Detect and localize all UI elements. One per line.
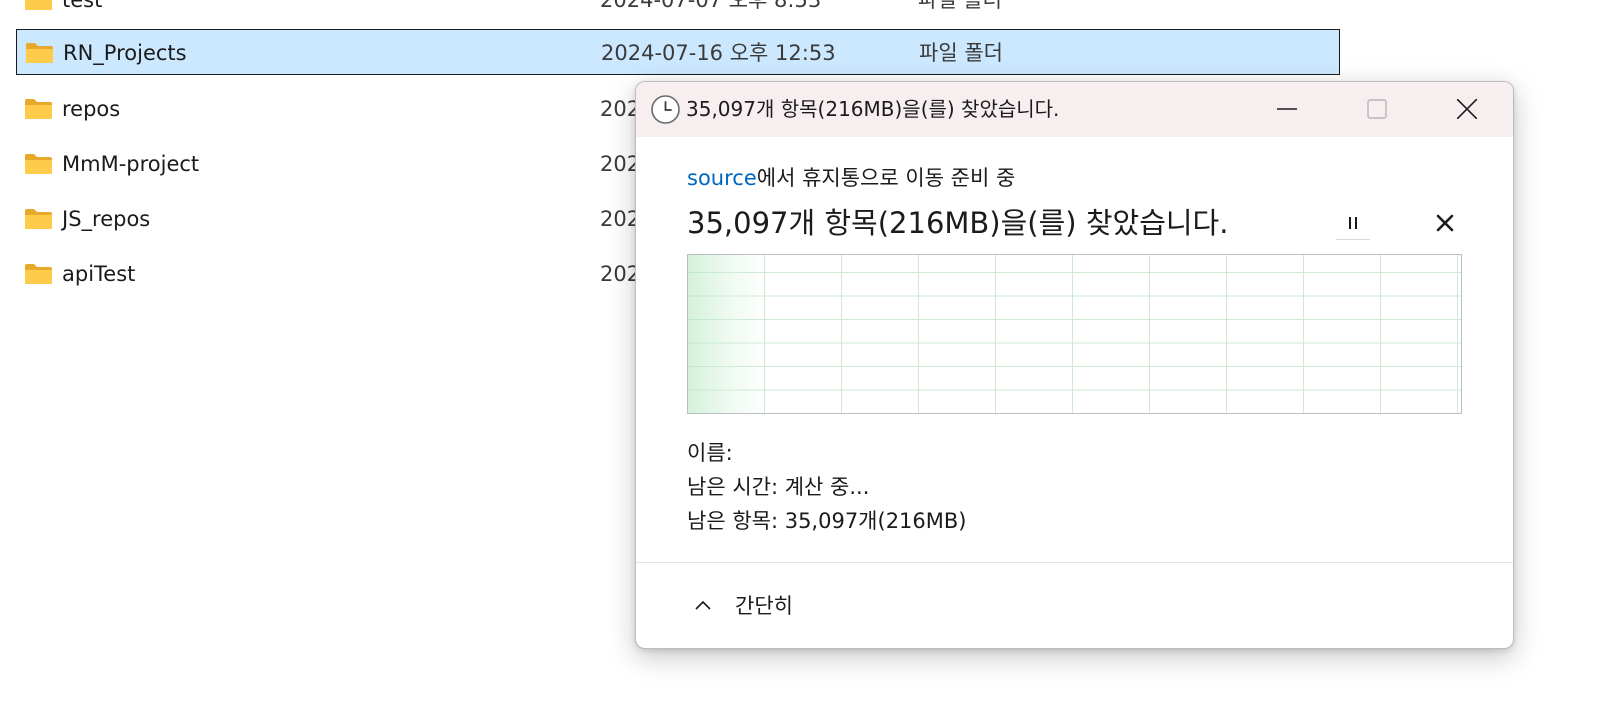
file-date: 2024-07-07 오후 8:53 — [600, 0, 822, 12]
dialog-titlebar[interactable]: 35,097개 항목(216MB)을(를) 찾았습니다. — [636, 82, 1513, 137]
status-text: 에서 휴지통으로 이동 준비 중 — [756, 166, 1016, 190]
clock-icon — [651, 95, 680, 124]
folder-icon — [25, 154, 52, 174]
fewer-details-label: 간단히 — [735, 594, 793, 618]
operation-status: source에서 휴지통으로 이동 준비 중 — [687, 162, 1015, 192]
file-name: MmM-project — [62, 152, 200, 176]
file-type: 파일 폴더 — [918, 0, 1002, 12]
minimize-button[interactable] — [1242, 82, 1332, 137]
folder-icon — [25, 99, 52, 119]
file-row[interactable]: test 2024-07-07 오후 8:53 파일 폴더 — [16, 0, 1340, 23]
file-row-selected[interactable]: RN_Projects 2024-07-16 오후 12:53 파일 폴더 — [16, 29, 1340, 75]
folder-icon — [25, 264, 52, 284]
detail-name: 이름: — [687, 441, 733, 465]
detail-items-remaining: 남은 항목: 35,097개(216MB) — [687, 509, 967, 533]
folder-icon — [25, 209, 52, 229]
minimize-icon — [1277, 108, 1297, 110]
file-name: JS_repos — [62, 207, 151, 231]
chevron-up-icon — [695, 600, 711, 610]
cancel-button[interactable] — [1430, 208, 1460, 238]
pause-button[interactable] — [1336, 206, 1370, 240]
footer-divider — [636, 562, 1513, 563]
close-icon — [1457, 99, 1477, 119]
source-folder-link[interactable]: source — [687, 166, 757, 190]
file-type: 파일 폴더 — [919, 41, 1003, 65]
file-name: RN_Projects — [63, 41, 187, 65]
file-name: test — [62, 0, 103, 12]
cancel-icon — [1436, 214, 1454, 232]
dialog-title: 35,097개 항목(216MB)을(를) 찾았습니다. — [686, 97, 1060, 121]
maximize-icon — [1367, 99, 1387, 119]
file-name: repos — [62, 97, 121, 121]
delete-progress-dialog: 35,097개 항목(216MB)을(를) 찾았습니다. source에서 휴지… — [635, 81, 1514, 649]
close-button[interactable] — [1422, 82, 1512, 137]
folder-icon — [25, 0, 52, 10]
file-name: apiTest — [62, 262, 136, 286]
maximize-button — [1332, 82, 1422, 137]
detail-time-remaining: 남은 시간: 계산 중... — [687, 475, 870, 499]
folder-icon — [26, 43, 53, 63]
pause-icon — [1349, 217, 1357, 229]
progress-headline: 35,097개 항목(216MB)을(를) 찾았습니다. — [687, 206, 1229, 240]
file-date: 2024-07-16 오후 12:53 — [601, 41, 836, 65]
transfer-speed-graph — [687, 254, 1462, 414]
